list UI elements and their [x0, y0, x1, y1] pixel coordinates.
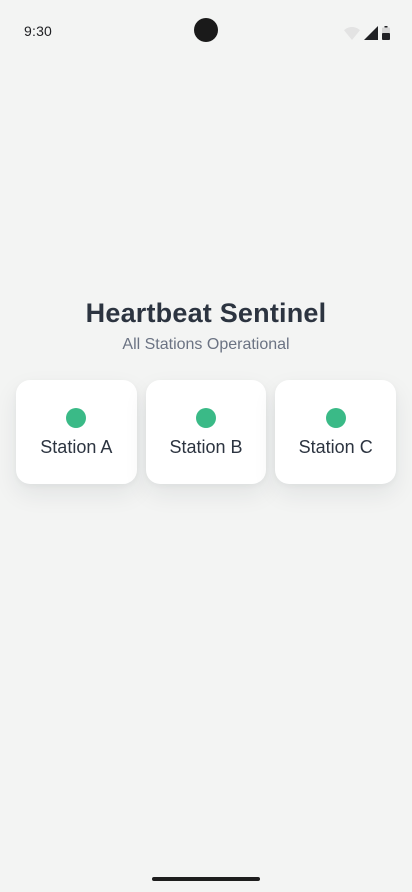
station-name: Station C	[298, 437, 373, 457]
status-bar: 9:30	[0, 0, 412, 64]
status-summary: All Stations Operational	[122, 336, 290, 353]
home-gesture-bar[interactable]	[152, 877, 260, 881]
page-title: Heartbeat Sentinel	[85, 298, 327, 328]
cellular-signal-icon	[364, 26, 378, 40]
status-ok-dot	[196, 408, 216, 428]
battery-icon	[382, 26, 390, 40]
wifi-icon	[344, 26, 360, 40]
status-icons	[344, 25, 390, 41]
status-ok-dot	[325, 408, 346, 428]
station-name: Station A	[40, 437, 113, 457]
camera-cutout	[194, 18, 218, 42]
status-time: 9:30	[24, 23, 53, 39]
station-card-c[interactable]: Station C	[275, 380, 397, 484]
station-list: Station A Station B Station C	[16, 380, 397, 484]
station-card-a[interactable]: Station A	[16, 380, 137, 484]
app-screen: 9:30 Heartbeat Sentinel All Stations Ope…	[0, 0, 412, 892]
station-card-b[interactable]: Station B	[145, 380, 267, 484]
station-name: Station B	[169, 437, 243, 457]
status-ok-dot	[66, 408, 87, 428]
